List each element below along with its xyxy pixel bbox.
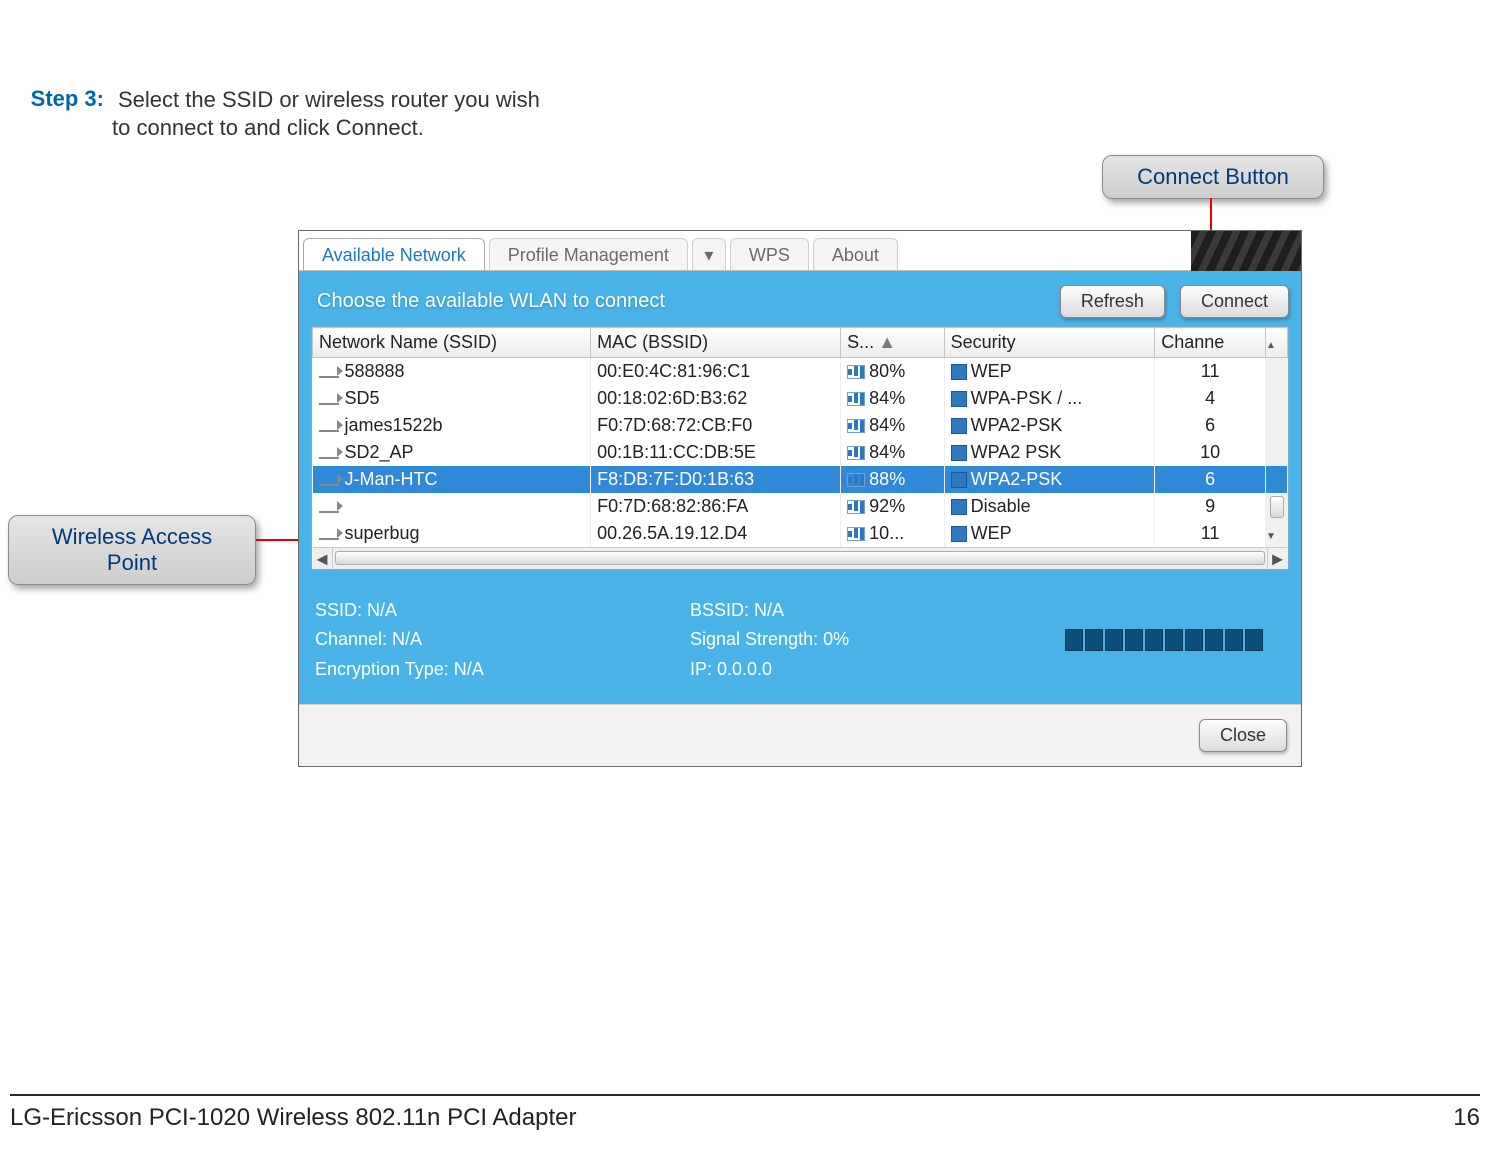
wifi-icon [319, 501, 339, 513]
col-ssid[interactable]: Network Name (SSID) [313, 328, 591, 358]
signal-icon [847, 419, 865, 433]
page-rule [10, 1094, 1480, 1096]
wifi-icon [319, 366, 339, 378]
panel-title: Choose the available WLAN to connect [311, 290, 665, 313]
wifi-icon [319, 393, 339, 405]
signal-icon [847, 392, 865, 406]
status-encryption: Encryption Type: N/A [315, 659, 690, 680]
close-button[interactable]: Close [1199, 719, 1287, 752]
network-table: Network Name (SSID) MAC (BSSID) S...▲ Se… [312, 327, 1288, 569]
signal-bars-icon [1065, 629, 1285, 651]
scroll-up-button[interactable]: ▲ [1266, 328, 1288, 358]
refresh-button[interactable]: Refresh [1060, 285, 1165, 318]
network-row[interactable]: superbug00.26.5A.19.12.D410...WEP11▼ [313, 520, 1288, 547]
security-icon [951, 391, 967, 407]
network-row[interactable]: F0:7D:68:82:86:FA92%Disable9 [313, 493, 1288, 520]
step-label: Step 3: [31, 86, 104, 111]
col-bssid[interactable]: MAC (BSSID) [591, 328, 841, 358]
connect-button[interactable]: Connect [1180, 285, 1289, 318]
security-icon [951, 472, 967, 488]
col-channel[interactable]: Channe [1155, 328, 1266, 358]
signal-icon [847, 365, 865, 379]
tab-wps[interactable]: WPS [730, 238, 809, 270]
step-block: Step 3: Select the SSID or wireless rout… [10, 86, 550, 141]
security-icon [951, 418, 967, 434]
security-icon [951, 364, 967, 380]
status-signal: Signal Strength: 0% [690, 629, 1065, 651]
signal-icon [847, 500, 865, 514]
scroll-right-button[interactable]: ► [1267, 548, 1287, 570]
tab-bar: Available Network Profile Management ▾ W… [299, 231, 1301, 271]
wifi-icon [319, 420, 339, 432]
network-row[interactable]: J-Man-HTCF8:DB:7F:D0:1B:6388%WPA2-PSK6 [313, 466, 1288, 493]
available-network-panel: Choose the available WLAN to connect Ref… [299, 271, 1301, 580]
wifi-icon [319, 447, 339, 459]
signal-icon [847, 527, 865, 541]
tab-profile-management[interactable]: Profile Management [489, 238, 688, 270]
security-icon [951, 526, 967, 542]
wifi-icon [319, 528, 339, 540]
status-ip: IP: 0.0.0.0 [690, 659, 1065, 680]
network-list: Network Name (SSID) MAC (BSSID) S...▲ Se… [311, 326, 1289, 570]
status-panel: SSID: N/A BSSID: N/A Channel: N/A Signal… [299, 580, 1301, 704]
wifi-icon [319, 474, 339, 486]
status-bssid: BSSID: N/A [690, 600, 1065, 621]
footer-page: 16 [1453, 1104, 1480, 1132]
horizontal-scrollbar[interactable]: ◄ ► [313, 547, 1288, 569]
network-row[interactable]: james1522bF0:7D:68:72:CB:F084%WPA2-PSK6 [313, 412, 1288, 439]
network-row[interactable]: SD500:18:02:6D:B3:6284%WPA-PSK / ...4 [313, 385, 1288, 412]
tab-about[interactable]: About [813, 238, 898, 270]
sort-asc-icon: ▲ [878, 332, 896, 352]
footer-product: LG-Ericsson PCI-1020 Wireless 802.11n PC… [10, 1104, 576, 1132]
network-row[interactable]: 58888800:E0:4C:81:96:C180%WEP11 [313, 358, 1288, 386]
callout-connect-button: Connect Button [1102, 155, 1324, 199]
security-icon [951, 499, 967, 515]
col-security[interactable]: Security [944, 328, 1155, 358]
window-footer: Close [299, 704, 1301, 766]
status-ssid: SSID: N/A [315, 600, 690, 621]
network-row[interactable]: SD2_AP00:1B:11:CC:DB:5E84%WPA2 PSK10 [313, 439, 1288, 466]
callout-wireless-access-point: Wireless Access Point [8, 515, 256, 585]
scrollbar-thumb[interactable] [335, 551, 1266, 565]
signal-icon [847, 473, 865, 487]
tab-available-network[interactable]: Available Network [303, 238, 485, 270]
scroll-left-button[interactable]: ◄ [313, 548, 333, 570]
page-footer: LG-Ericsson PCI-1020 Wireless 802.11n PC… [10, 1104, 1480, 1132]
col-signal[interactable]: S...▲ [841, 328, 944, 358]
header-decor-icon [1191, 231, 1301, 271]
status-channel: Channel: N/A [315, 629, 690, 651]
tab-dropdown[interactable]: ▾ [692, 238, 726, 270]
step-text: Select the SSID or wireless router you w… [112, 87, 540, 140]
wlan-utility-window: Available Network Profile Management ▾ W… [298, 230, 1302, 767]
vertical-scroll-thumb[interactable] [1270, 496, 1284, 518]
signal-icon [847, 446, 865, 460]
security-icon [951, 445, 967, 461]
